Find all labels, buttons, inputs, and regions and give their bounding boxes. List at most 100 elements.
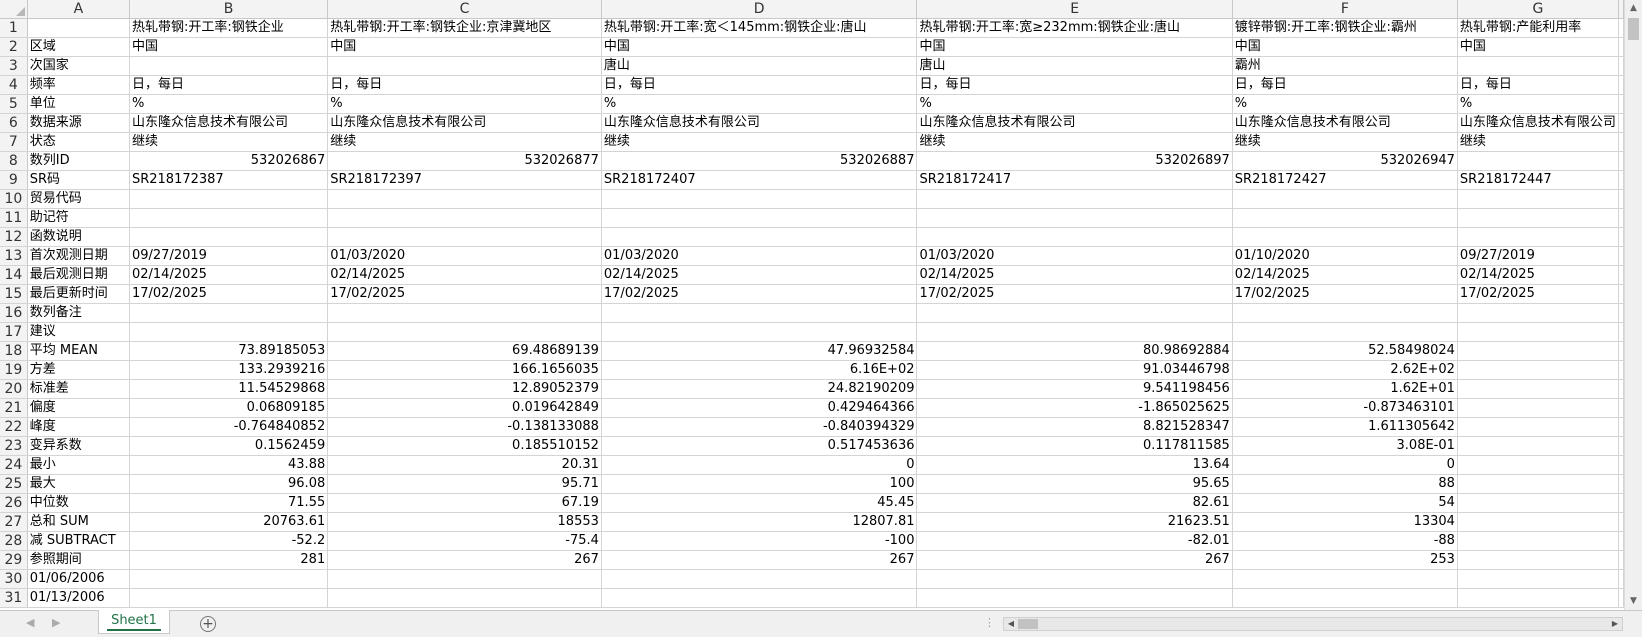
column-header-a[interactable]: A bbox=[27, 0, 130, 19]
cell-c17[interactable] bbox=[327, 322, 602, 342]
cell-d29[interactable]: 267 bbox=[601, 550, 918, 570]
cell-f3[interactable]: 霸州 bbox=[1232, 56, 1458, 76]
cell-c3[interactable] bbox=[327, 56, 602, 76]
cell-d12[interactable] bbox=[601, 227, 918, 247]
horizontal-scrollbar[interactable]: ◀ ▶ bbox=[1003, 617, 1623, 631]
cell-b5[interactable]: % bbox=[129, 94, 329, 114]
cell-b16[interactable] bbox=[129, 303, 329, 323]
cell-d8[interactable]: 532026887 bbox=[601, 151, 918, 171]
cell-f16[interactable] bbox=[1232, 303, 1458, 323]
cell-a19[interactable]: 方差 bbox=[27, 360, 130, 380]
cell-overflow[interactable] bbox=[1618, 379, 1624, 399]
cell-f23[interactable]: 3.08E-01 bbox=[1232, 436, 1458, 456]
cell-e5[interactable]: % bbox=[916, 94, 1233, 114]
cell-a15[interactable]: 最后更新时间 bbox=[27, 284, 130, 304]
cell-overflow[interactable] bbox=[1618, 265, 1624, 285]
cell-a13[interactable]: 首次观测日期 bbox=[27, 246, 130, 266]
cell-d17[interactable] bbox=[601, 322, 918, 342]
cell-g29[interactable] bbox=[1457, 550, 1620, 570]
row-header[interactable]: 5 bbox=[0, 94, 28, 114]
row-header[interactable]: 28 bbox=[0, 531, 28, 551]
cell-c8[interactable]: 532026877 bbox=[327, 151, 602, 171]
cell-c7[interactable]: 继续 bbox=[327, 132, 602, 152]
plus-circle-icon[interactable]: + bbox=[200, 616, 216, 632]
cell-g23[interactable] bbox=[1457, 436, 1620, 456]
cell-c23[interactable]: 0.185510152 bbox=[327, 436, 602, 456]
cell-g9[interactable]: SR218172447 bbox=[1457, 170, 1620, 190]
row-header[interactable]: 29 bbox=[0, 550, 28, 570]
cell-c30[interactable] bbox=[327, 569, 602, 589]
cell-overflow[interactable] bbox=[1618, 170, 1624, 190]
cell-b19[interactable]: 133.2939216 bbox=[129, 360, 329, 380]
cell-c27[interactable]: 18553 bbox=[327, 512, 602, 532]
cell-a10[interactable]: 贸易代码 bbox=[27, 189, 130, 209]
cell-c21[interactable]: 0.019642849 bbox=[327, 398, 602, 418]
cell-e17[interactable] bbox=[916, 322, 1233, 342]
cell-overflow[interactable] bbox=[1618, 227, 1624, 247]
cell-e1[interactable]: 热轧带钢:开工率:宽≥232mm:钢铁企业:唐山 bbox=[916, 18, 1233, 38]
cell-f28[interactable]: -88 bbox=[1232, 531, 1458, 551]
cell-b24[interactable]: 43.88 bbox=[129, 455, 329, 475]
cell-c22[interactable]: -0.138133088 bbox=[327, 417, 602, 437]
cell-f7[interactable]: 继续 bbox=[1232, 132, 1458, 152]
cell-a26[interactable]: 中位数 bbox=[27, 493, 130, 513]
cell-overflow[interactable] bbox=[1618, 284, 1624, 304]
cell-d13[interactable]: 01/03/2020 bbox=[601, 246, 918, 266]
row-header[interactable]: 14 bbox=[0, 265, 28, 285]
cell-d6[interactable]: 山东隆众信息技术有限公司 bbox=[601, 113, 918, 133]
row-header[interactable]: 3 bbox=[0, 56, 28, 76]
cell-overflow[interactable] bbox=[1618, 303, 1624, 323]
cell-g28[interactable] bbox=[1457, 531, 1620, 551]
cell-c25[interactable]: 95.71 bbox=[327, 474, 602, 494]
cell-c5[interactable]: % bbox=[327, 94, 602, 114]
cell-e11[interactable] bbox=[916, 208, 1233, 228]
cell-g2[interactable]: 中国 bbox=[1457, 37, 1620, 57]
cell-a3[interactable]: 次国家 bbox=[27, 56, 130, 76]
cell-g3[interactable] bbox=[1457, 56, 1620, 76]
cell-e21[interactable]: -1.865025625 bbox=[916, 398, 1233, 418]
cell-d1[interactable]: 热轧带钢:开工率:宽＜145mm:钢铁企业:唐山 bbox=[601, 18, 918, 38]
cell-overflow[interactable] bbox=[1618, 493, 1624, 513]
cell-g14[interactable]: 02/14/2025 bbox=[1457, 265, 1620, 285]
cell-b27[interactable]: 20763.61 bbox=[129, 512, 329, 532]
cell-e30[interactable] bbox=[916, 569, 1233, 589]
row-header[interactable]: 1 bbox=[0, 18, 28, 38]
cell-d2[interactable]: 中国 bbox=[601, 37, 918, 57]
cell-a7[interactable]: 状态 bbox=[27, 132, 130, 152]
row-header[interactable]: 9 bbox=[0, 170, 28, 190]
cell-d20[interactable]: 24.82190209 bbox=[601, 379, 918, 399]
cell-f25[interactable]: 88 bbox=[1232, 474, 1458, 494]
cell-d28[interactable]: -100 bbox=[601, 531, 918, 551]
cell-e29[interactable]: 267 bbox=[916, 550, 1233, 570]
cell-c13[interactable]: 01/03/2020 bbox=[327, 246, 602, 266]
row-header[interactable]: 30 bbox=[0, 569, 28, 589]
tab-sheet1[interactable]: Sheet1 bbox=[98, 610, 170, 634]
cell-overflow[interactable] bbox=[1618, 113, 1624, 133]
row-header[interactable]: 17 bbox=[0, 322, 28, 342]
row-header[interactable]: 12 bbox=[0, 227, 28, 247]
row-header[interactable]: 16 bbox=[0, 303, 28, 323]
cell-b28[interactable]: -52.2 bbox=[129, 531, 329, 551]
cell-f13[interactable]: 01/10/2020 bbox=[1232, 246, 1458, 266]
cell-d18[interactable]: 47.96932584 bbox=[601, 341, 918, 361]
cell-d15[interactable]: 17/02/2025 bbox=[601, 284, 918, 304]
cell-g21[interactable] bbox=[1457, 398, 1620, 418]
row-header[interactable]: 8 bbox=[0, 151, 28, 171]
cell-b11[interactable] bbox=[129, 208, 329, 228]
cell-overflow[interactable] bbox=[1618, 246, 1624, 266]
cell-b23[interactable]: 0.1562459 bbox=[129, 436, 329, 456]
cell-f2[interactable]: 中国 bbox=[1232, 37, 1458, 57]
cell-b6[interactable]: 山东隆众信息技术有限公司 bbox=[129, 113, 329, 133]
cell-f22[interactable]: 1.611305642 bbox=[1232, 417, 1458, 437]
cell-c1[interactable]: 热轧带钢:开工率:钢铁企业:京津冀地区 bbox=[327, 18, 602, 38]
cell-e18[interactable]: 80.98692884 bbox=[916, 341, 1233, 361]
cell-g6[interactable]: 山东隆众信息技术有限公司 bbox=[1457, 113, 1620, 133]
cell-d31[interactable] bbox=[601, 588, 918, 608]
cell-e6[interactable]: 山东隆众信息技术有限公司 bbox=[916, 113, 1233, 133]
cell-c4[interactable]: 日，每日 bbox=[327, 75, 602, 95]
cell-b31[interactable] bbox=[129, 588, 329, 608]
cell-e31[interactable] bbox=[916, 588, 1233, 608]
cell-b21[interactable]: 0.06809185 bbox=[129, 398, 329, 418]
cell-c12[interactable] bbox=[327, 227, 602, 247]
cell-f17[interactable] bbox=[1232, 322, 1458, 342]
